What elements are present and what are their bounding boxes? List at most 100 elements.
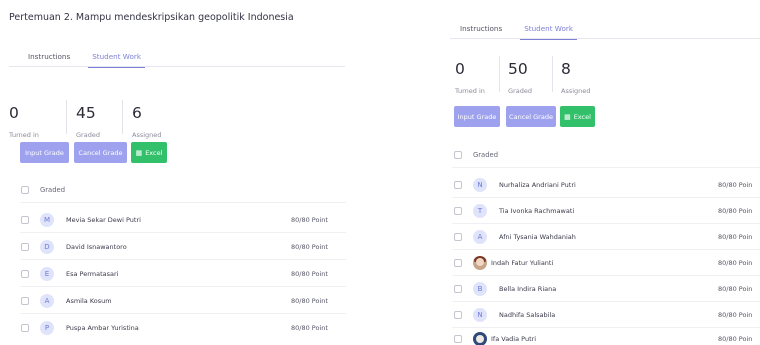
graded-header-label: Graded [40,186,66,194]
list-divider [20,286,346,287]
row-checkbox[interactable] [454,285,462,293]
row-checkbox[interactable] [21,297,29,305]
list-divider [452,275,760,276]
avatar: A [40,294,54,308]
row-checkbox[interactable] [21,324,29,332]
table-row[interactable]: N Nadhifa Salsabila [454,306,555,324]
avatar: P [40,321,54,335]
avatar-face [476,258,484,266]
stat-divider [552,56,553,92]
row-checkbox[interactable] [454,311,462,319]
avatar: B [473,282,487,296]
stat-turned-in-label: Turned in [455,86,485,95]
page-title: Pertemuan 2. Mampu mendeskripsikan geopo… [9,12,294,23]
student-points: 80/80 Point [291,270,328,278]
graded-header-label: Graded [473,151,499,159]
stat-assigned-value: 6 [132,104,142,122]
table-row[interactable]: E Esa Permatasari [21,265,118,283]
list-divider [20,202,346,203]
list-divider [452,197,760,198]
stat-graded-value: 50 [508,60,528,78]
table-row[interactable]: T Tia Ivonka Rachmawati [454,202,574,220]
stat-graded-value: 45 [76,104,96,122]
input-grade-button[interactable]: Input Grade [20,142,69,163]
left-assignment-panel: Pertemuan 2. Mampu mendeskripsikan geopo… [0,0,352,345]
stat-turned-in: 0 Turned in [9,105,39,139]
excel-export-button[interactable]: ▦ Excel [131,142,167,163]
tab-divider [9,66,345,67]
table-row[interactable]: Indah Fatur Yulianti [454,254,553,272]
student-name: Ifa Vadia Putri [491,335,537,343]
stat-assigned-label: Assigned [561,86,591,95]
student-points: 80/80 Point [291,216,328,224]
right-assignment-panel: Instructions Student Work 0 Turned in 50… [442,0,760,345]
student-points: 80/80 Poin [718,181,753,189]
table-row[interactable]: P Puspa Ambar Yuristina [21,319,139,337]
table-row[interactable]: A Afni Tysania Wahdaniah [454,228,576,246]
table-row[interactable]: N Nurhaliza Andriani Putri [454,176,576,194]
list-divider [452,301,760,302]
table-row[interactable]: M Mevia Sekar Dewi Putri [21,211,141,229]
avatar: N [473,178,487,192]
student-points: 80/80 Point [291,243,328,251]
list-divider [452,327,760,328]
student-name: Nurhaliza Andriani Putri [499,181,576,189]
cancel-grade-button[interactable]: Cancel Grade [506,106,556,127]
excel-export-button[interactable]: ▦ Excel [560,106,595,127]
list-divider [20,259,346,260]
stat-graded: 45 Graded [76,104,100,138]
stat-divider [122,100,123,134]
stat-turned-in: 0 Turned in [455,60,485,95]
excel-file-icon: ▦ [135,148,143,157]
stat-divider [499,56,500,92]
table-row[interactable]: A Asmila Kosum [21,292,112,310]
table-row[interactable]: D David Isnawantoro [21,238,127,256]
excel-button-label: Excel [573,112,591,121]
avatar: M [40,213,54,227]
student-name: David Isnawantoro [66,243,127,251]
graded-select-all-row: Graded [454,146,498,164]
row-checkbox[interactable] [454,207,462,215]
row-checkbox[interactable] [21,216,29,224]
student-points: 80/80 Poin [718,311,753,319]
stat-divider [66,100,67,134]
student-points: 80/80 Poin [718,259,753,267]
student-name: Afni Tysania Wahdaniah [499,233,576,241]
student-name: Tia Ivonka Rachmawati [499,207,575,215]
stat-graded: 50 Graded [508,60,532,94]
select-all-checkbox[interactable] [21,186,29,194]
row-checkbox[interactable] [21,270,29,278]
avatar: T [473,204,487,218]
student-points: 80/80 Poin [718,285,753,293]
row-checkbox[interactable] [454,181,462,189]
stat-assigned-label: Assigned [132,130,162,139]
excel-button-label: Excel [145,148,163,157]
graded-select-all-row: Graded [21,181,65,199]
avatar-face [476,335,484,343]
stat-assigned: 8 Assigned [561,60,591,95]
user-photo-avatar [473,256,487,270]
student-name: Nadhifa Salsabila [499,311,556,319]
row-checkbox[interactable] [21,243,29,251]
student-name: Puspa Ambar Yuristina [66,324,139,332]
row-checkbox[interactable] [454,233,462,241]
select-all-checkbox[interactable] [454,151,462,159]
avatar: E [40,267,54,281]
student-name: Asmila Kosum [66,297,112,305]
avatar: D [40,240,54,254]
list-divider [20,313,346,314]
table-row[interactable]: Ifa Vadia Putri [454,330,536,345]
input-grade-button[interactable]: Input Grade [454,106,500,127]
list-divider [452,249,760,250]
stat-assigned: 6 Assigned [132,104,162,139]
stat-turned-in-label: Turned in [9,130,39,139]
avatar: N [473,308,487,322]
row-checkbox[interactable] [454,335,462,343]
stat-assigned-value: 8 [561,60,571,78]
cancel-grade-button[interactable]: Cancel Grade [74,142,127,163]
table-row[interactable]: B Bella Indira Riana [454,280,556,298]
row-checkbox[interactable] [454,259,462,267]
excel-file-icon: ▦ [564,112,571,121]
stat-turned-in-value: 0 [455,60,465,78]
student-points: 80/80 Point [291,297,328,305]
